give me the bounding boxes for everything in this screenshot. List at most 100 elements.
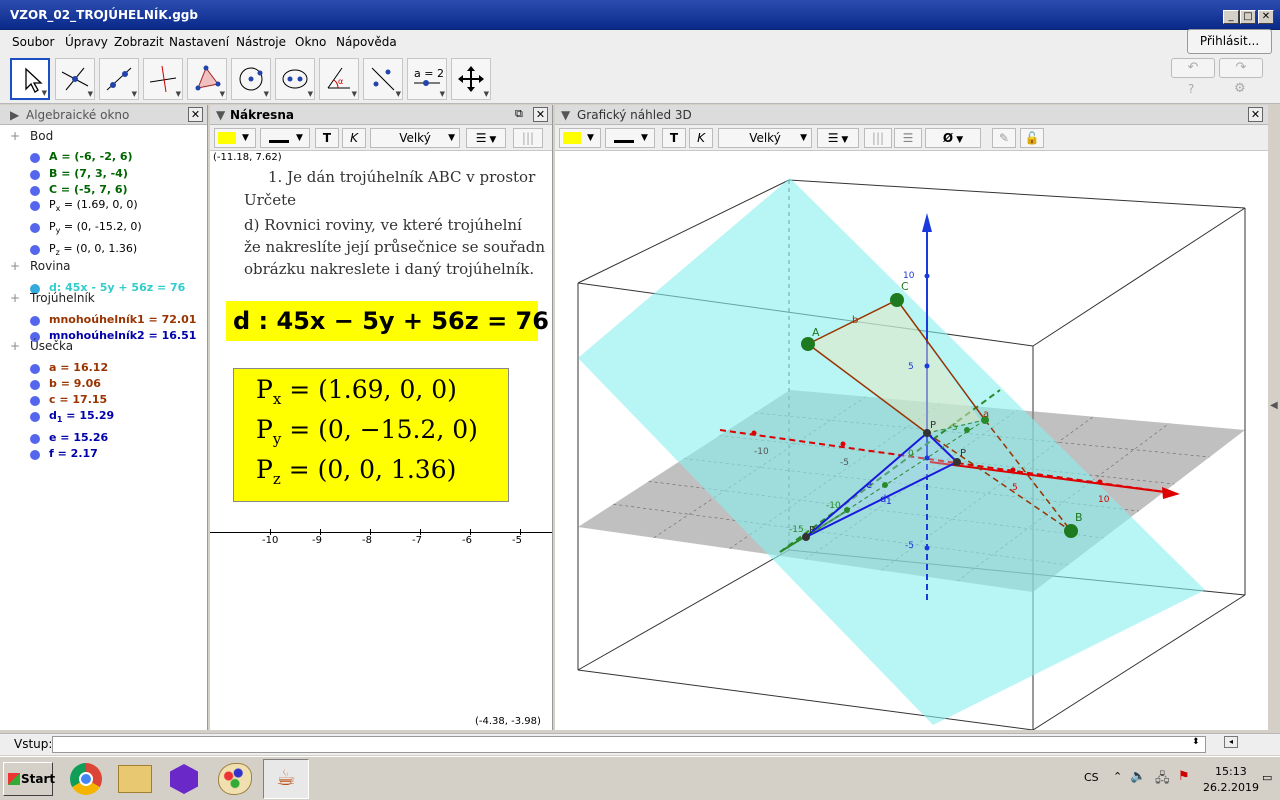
speaker-icon[interactable]: 🔈: [1130, 769, 1146, 784]
label-style-3d-button[interactable]: ☰ ▼: [817, 128, 859, 148]
chrome-icon[interactable]: [70, 763, 102, 795]
line-tool-button[interactable]: ▼: [99, 58, 139, 100]
visibility-dot-icon[interactable]: [30, 450, 40, 460]
redo-button[interactable]: ↷: [1219, 58, 1263, 78]
visibility-dot-icon[interactable]: [30, 201, 40, 211]
point-px[interactable]: [953, 458, 961, 466]
clock-time[interactable]: 15:13: [1215, 765, 1247, 778]
close-nakresna-button[interactable]: ✕: [533, 107, 548, 122]
collapse-triangle-icon[interactable]: ▼: [216, 108, 225, 122]
action-center-icon[interactable]: ⚑: [1178, 769, 1190, 784]
network-icon[interactable]: 🖧: [1155, 769, 1170, 791]
visibility-dot-icon[interactable]: [30, 396, 40, 406]
expand-plus-icon[interactable]: +: [10, 339, 20, 353]
expand-triangle-icon[interactable]: ▶: [10, 108, 19, 122]
point-a[interactable]: [801, 337, 815, 351]
menu-upravy[interactable]: Úpravy: [65, 35, 108, 49]
text-color-button[interactable]: ▼: [260, 128, 310, 148]
text-size-select[interactable]: Velký ▼: [370, 128, 460, 148]
collapse-3d-triangle-icon[interactable]: ▼: [561, 108, 570, 122]
start-button[interactable]: Start: [3, 762, 55, 796]
algebra-group-label[interactable]: Úsečka: [30, 339, 73, 353]
maximize-button[interactable]: □: [1240, 10, 1256, 24]
notification-icon[interactable]: ▭: [1262, 771, 1272, 784]
help-icon[interactable]: ?: [1188, 82, 1194, 96]
point-mid[interactable]: [964, 427, 970, 433]
visibility-dot-icon[interactable]: [30, 316, 40, 326]
bg-color-3d-button[interactable]: ▼: [559, 128, 601, 148]
undock-icon[interactable]: ⧉: [515, 107, 523, 121]
menu-soubor[interactable]: Soubor: [12, 35, 54, 49]
close-window-button[interactable]: ✕: [1258, 10, 1274, 24]
visibility-dot-icon[interactable]: [30, 380, 40, 390]
grid-3d-toggle-button[interactable]: ☰: [894, 128, 922, 148]
visibility-dot-icon[interactable]: [30, 412, 40, 422]
input-history-arrows-icon[interactable]: ⬍: [1192, 737, 1200, 747]
visibility-dot-icon[interactable]: [30, 186, 40, 196]
minimize-button[interactable]: _: [1223, 10, 1239, 24]
slider-tool-button[interactable]: a = 2 ▼: [407, 58, 447, 100]
menu-zobrazit[interactable]: Zobrazit: [114, 35, 164, 49]
italic-button[interactable]: K: [342, 128, 366, 148]
label-style-button[interactable]: ☰ ▼: [466, 128, 506, 148]
italic-3d-button[interactable]: K: [689, 128, 713, 148]
input-help-icon[interactable]: ◂: [1224, 736, 1238, 748]
lock-icon[interactable]: 🔓: [1020, 128, 1044, 148]
angle-tool-button[interactable]: α ▼: [319, 58, 359, 100]
graphics-view-3d[interactable]: ▼ Grafický náhled 3D ✕ ▼ ▼ T K Velký ▼ ☰ …: [555, 105, 1268, 730]
move-tool-button[interactable]: ▼: [10, 58, 50, 100]
point-c[interactable]: [890, 293, 904, 307]
reflect-tool-button[interactable]: ▼: [363, 58, 403, 100]
close-3d-button[interactable]: ✕: [1248, 107, 1263, 122]
text-color-3d-button[interactable]: ▼: [605, 128, 655, 148]
pin-icon[interactable]: ✎: [992, 128, 1016, 148]
visibility-dot-icon[interactable]: [30, 170, 40, 180]
circle-tool-button[interactable]: ▼: [231, 58, 271, 100]
scene-3d[interactable]: ABCabedPPP105-5105-5-10-10-15501: [555, 151, 1268, 730]
visibility-dot-icon[interactable]: [30, 364, 40, 374]
text-size-3d-select[interactable]: Velký ▼: [718, 128, 812, 148]
onenote-icon[interactable]: [170, 764, 198, 794]
close-algebra-button[interactable]: ✕: [188, 107, 203, 122]
bold-3d-button[interactable]: T: [662, 128, 686, 148]
expand-plus-icon[interactable]: +: [10, 259, 20, 273]
bg-color-button[interactable]: ▼: [214, 128, 256, 148]
visibility-dot-icon[interactable]: [30, 434, 40, 444]
menu-nastroje[interactable]: Nástroje: [236, 35, 286, 49]
bold-button[interactable]: T: [315, 128, 339, 148]
graphics-view-2d[interactable]: ▼ Nákresna ⧉ ✕ ▼ ▼ T K Velký ▼ ☰ ▼ ||| (-…: [210, 105, 553, 730]
language-indicator[interactable]: CS: [1084, 771, 1099, 784]
login-button[interactable]: Přihlásit...: [1187, 29, 1272, 54]
projection-select[interactable]: Ø ▼: [925, 128, 981, 148]
menu-okno[interactable]: Okno: [295, 35, 326, 49]
move-view-tool-button[interactable]: ▼: [451, 58, 491, 100]
clock-date[interactable]: 26.2.2019: [1203, 781, 1259, 794]
conic-tool-button[interactable]: ▼: [275, 58, 315, 100]
settings-gear-icon[interactable]: ⚙: [1234, 81, 1246, 96]
tray-expand-icon[interactable]: ⌃: [1113, 770, 1122, 783]
algebra-group-label[interactable]: Trojúhelník: [30, 291, 95, 305]
algebra-group-label[interactable]: Bod: [30, 129, 53, 143]
paint-icon[interactable]: [218, 763, 252, 795]
file-explorer-icon[interactable]: [118, 765, 152, 793]
plane-equation-box[interactable]: d : 45x − 5y + 56z = 76: [226, 301, 549, 341]
undo-button[interactable]: ↶: [1171, 58, 1215, 78]
visibility-dot-icon[interactable]: [30, 223, 40, 233]
menu-nastaveni[interactable]: Nastavení: [169, 35, 229, 49]
algebra-group-label[interactable]: Rovina: [30, 259, 71, 273]
axes-toggle-button[interactable]: |||: [864, 128, 892, 148]
java-app-taskbar-button[interactable]: ☕: [263, 759, 309, 799]
point-b[interactable]: [1064, 524, 1078, 538]
expand-plus-icon[interactable]: +: [10, 129, 20, 143]
menu-napoveda[interactable]: Nápověda: [336, 35, 397, 49]
command-input[interactable]: [52, 736, 1206, 753]
intersection-points-box[interactable]: Px = (1.69, 0, 0) Py = (0, −15.2, 0) Pz …: [233, 368, 509, 502]
point-mid[interactable]: [844, 507, 850, 513]
grid-toggle-button[interactable]: |||: [513, 128, 543, 148]
visibility-dot-icon[interactable]: [30, 153, 40, 163]
side-panel-arrow-icon[interactable]: ◀: [1270, 400, 1278, 411]
perpendicular-tool-button[interactable]: ▼: [143, 58, 183, 100]
expand-plus-icon[interactable]: +: [10, 291, 20, 305]
polygon-tool-button[interactable]: ▼: [187, 58, 227, 100]
visibility-dot-icon[interactable]: [30, 245, 40, 255]
